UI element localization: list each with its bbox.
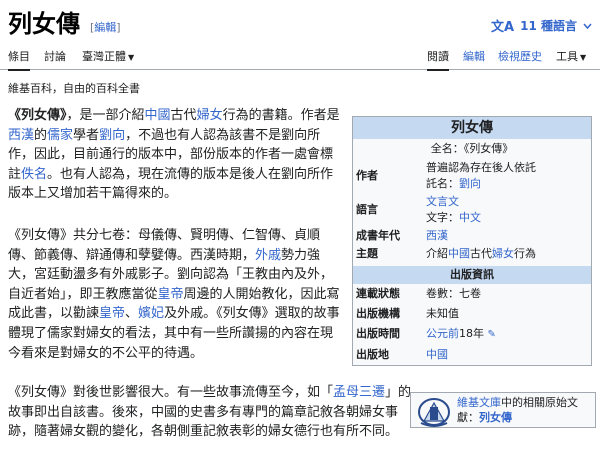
chevron-down-icon: ▼ bbox=[128, 53, 135, 62]
language-count: 11 種語言 bbox=[520, 19, 577, 33]
infobox-title: 列女傳 bbox=[353, 117, 591, 139]
language-button[interactable]: 文A 11 種語言 bbox=[491, 16, 592, 35]
title-row: 列女傳 [編輯] 文A 11 種語言 bbox=[8, 8, 592, 42]
paragraph-contents: 《列女傳》共分七卷：母儀傳、賢明傳、仁智傳、貞順傳、節義傳、辯通傳和孽嬖傳。西漢… bbox=[8, 228, 340, 361]
edit-section-link[interactable]: [編輯] bbox=[90, 19, 121, 35]
link-mengmu[interactable]: 孟母三遷 bbox=[333, 385, 385, 400]
tab-history[interactable]: 檢視歷史 bbox=[498, 50, 542, 64]
infobox-link-chinese[interactable]: 中文 bbox=[459, 211, 481, 224]
chevron-down-icon bbox=[583, 23, 592, 29]
infobox-row-topic: 主題 介紹中國古代婦女行為 bbox=[356, 247, 536, 260]
wikisource-article-link[interactable]: 列女傳 bbox=[479, 411, 512, 424]
tab-variant[interactable]: 臺灣正體 ▼ bbox=[82, 50, 134, 65]
wikisource-box: 維基文庫中的相關原始文獻：列女傳 bbox=[410, 392, 596, 428]
edit-link-label[interactable]: 編輯 bbox=[94, 21, 116, 34]
tab-article[interactable]: 條目 bbox=[8, 50, 30, 71]
link-confucian[interactable]: 儒家 bbox=[47, 128, 73, 143]
infobox-row-era: 成書年代 西漢 bbox=[356, 229, 448, 242]
infobox-row-date: 出版時間 公元前18年 ✎ bbox=[356, 327, 496, 340]
infobox-row-place: 出版地 中國 bbox=[356, 348, 448, 361]
link-consort[interactable]: 嬪妃 bbox=[138, 306, 164, 321]
infobox-link-bc[interactable]: 公元前 bbox=[426, 327, 459, 340]
link-liu-xiang[interactable]: 劉向 bbox=[99, 128, 125, 143]
link-emperor[interactable]: 皇帝 bbox=[158, 287, 184, 302]
tab-read[interactable]: 閱讀 bbox=[427, 50, 449, 71]
tab-talk[interactable]: 討論 bbox=[44, 50, 66, 64]
link-emperor-2[interactable]: 皇帝 bbox=[99, 306, 125, 321]
infobox-link-china[interactable]: 中國 bbox=[448, 247, 470, 260]
wikisource-logo-icon bbox=[418, 398, 450, 427]
infobox-link-women[interactable]: 婦女 bbox=[492, 247, 514, 260]
infobox-link-western-han[interactable]: 西漢 bbox=[426, 229, 448, 242]
link-china[interactable]: 中國 bbox=[145, 108, 171, 123]
infobox-row-status: 連載狀態 卷數：七卷 bbox=[356, 287, 481, 300]
language-icon: 文A bbox=[491, 20, 515, 35]
link-waiqi[interactable]: 外戚 bbox=[255, 248, 281, 263]
paragraph-intro: 《列女傳》，是一部介紹中國古代婦女行為的書籍。作者是西漢的儒家學者劉向，不過也有… bbox=[8, 108, 340, 202]
site-tagline: 維基百科，自由的百科全書 bbox=[8, 82, 140, 95]
infobox-link-liu-xiang[interactable]: 劉向 bbox=[459, 177, 481, 190]
infobox-row-language: 語言 文言文 文字：中文 bbox=[356, 195, 481, 224]
tab-edit[interactable]: 編輯 bbox=[463, 50, 485, 64]
link-women[interactable]: 婦女 bbox=[197, 108, 223, 123]
link-anonymous[interactable]: 佚名 bbox=[21, 167, 47, 182]
infobox-link-classical-chinese[interactable]: 文言文 bbox=[426, 195, 459, 208]
paragraph-influence: 《列女傳》對後世影響很大。有一些故事流傳至今，如「孟母三遷」的故事即出自該書。後… bbox=[8, 385, 412, 440]
link-western-han[interactable]: 西漢 bbox=[8, 128, 34, 143]
infobox-link-place-china[interactable]: 中國 bbox=[426, 348, 448, 361]
infobox-fullname: 全名：《列女傳》 bbox=[430, 142, 514, 155]
infobox-publication-header: 出版資訊 bbox=[353, 266, 591, 284]
chevron-down-icon: ▼ bbox=[580, 53, 587, 62]
wikisource-link[interactable]: 維基文庫 bbox=[457, 396, 501, 409]
page-tabs: 條目 討論 臺灣正體 ▼ 閱讀 編輯 檢視歷史 工具 ▼ bbox=[0, 44, 600, 71]
pencil-icon[interactable]: ✎ bbox=[488, 329, 496, 340]
tab-tools[interactable]: 工具 ▼ bbox=[556, 50, 586, 65]
page-title: 列女傳 bbox=[8, 9, 80, 38]
infobox-row-publisher: 出版機構 未知值 bbox=[356, 307, 459, 320]
infobox: 列女傳 全名：《列女傳》 作者 普遍認為存在後人依託 託名：劉向 語言 文言文 … bbox=[352, 116, 592, 366]
infobox-row-author: 作者 普遍認為存在後人依託 託名：劉向 bbox=[356, 161, 536, 190]
